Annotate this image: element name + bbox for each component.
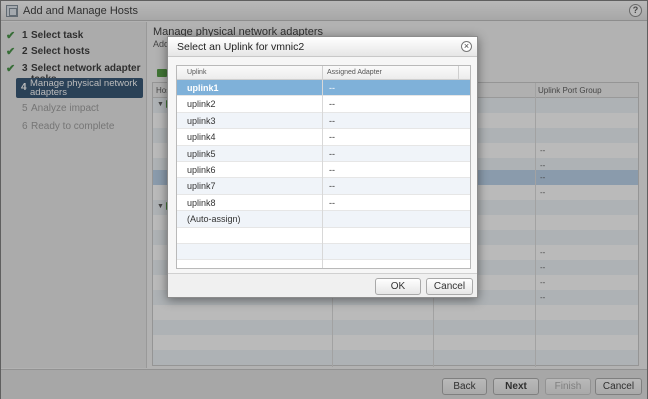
assigned-adapter-cell: -- <box>329 115 335 126</box>
column-divider <box>322 80 323 268</box>
uplink-cell: (Auto-assign) <box>187 214 241 225</box>
dialog-titlebar: Select an Uplink for vmnic2 × <box>168 37 477 57</box>
uplink-row-uplink5[interactable]: uplink5 -- <box>177 145 470 162</box>
uplink-row-auto-assign[interactable]: (Auto-assign) <box>177 211 470 228</box>
uplink-cell: uplink4 <box>187 132 216 143</box>
dialog-title: Select an Uplink for vmnic2 <box>177 41 305 53</box>
assigned-adapter-cell: -- <box>329 83 335 93</box>
assigned-adapter-cell: -- <box>329 181 335 192</box>
column-divider <box>322 66 323 80</box>
dialog-footer: OK Cancel <box>168 273 477 297</box>
uplink-cell: uplink6 <box>187 165 216 175</box>
assigned-adapter-cell: -- <box>329 132 335 143</box>
uplink-row-uplink1[interactable]: uplink1 -- <box>177 80 470 97</box>
uplink-row-uplink4[interactable]: uplink4 -- <box>177 129 470 146</box>
uplink-row-uplink7[interactable]: uplink7 -- <box>177 178 470 195</box>
assigned-adapter-cell: -- <box>329 99 335 110</box>
uplink-cell: uplink3 <box>187 115 216 126</box>
uplink-row-empty <box>177 244 470 261</box>
uplink-cell: uplink5 <box>187 148 216 159</box>
uplink-cell: uplink7 <box>187 181 216 192</box>
uplink-cell: uplink8 <box>187 197 216 208</box>
assigned-adapter-cell: -- <box>329 165 335 175</box>
uplink-row-empty <box>177 228 470 244</box>
close-icon[interactable]: × <box>461 41 472 52</box>
uplink-row-uplink6[interactable]: uplink6 -- <box>177 162 470 179</box>
column-divider <box>458 66 459 80</box>
uplink-row-uplink3[interactable]: uplink3 -- <box>177 112 470 130</box>
uplink-table: Uplink Assigned Adapter uplink1 -- uplin… <box>176 65 471 269</box>
uplink-row-uplink2[interactable]: uplink2 -- <box>177 96 470 113</box>
dialog-cancel-button[interactable]: Cancel <box>426 278 473 295</box>
column-header-assigned-adapter[interactable]: Assigned Adapter <box>327 69 382 76</box>
uplink-cell: uplink1 <box>187 83 219 93</box>
ok-button[interactable]: OK <box>375 278 421 295</box>
assigned-adapter-cell: -- <box>329 148 335 159</box>
uplink-table-header: Uplink Assigned Adapter <box>177 66 470 80</box>
select-uplink-dialog: Select an Uplink for vmnic2 × Uplink Ass… <box>167 36 478 298</box>
uplink-cell: uplink2 <box>187 99 216 110</box>
uplink-row-uplink8[interactable]: uplink8 -- <box>177 195 470 212</box>
column-header-uplink[interactable]: Uplink <box>187 69 206 76</box>
assigned-adapter-cell: -- <box>329 197 335 208</box>
